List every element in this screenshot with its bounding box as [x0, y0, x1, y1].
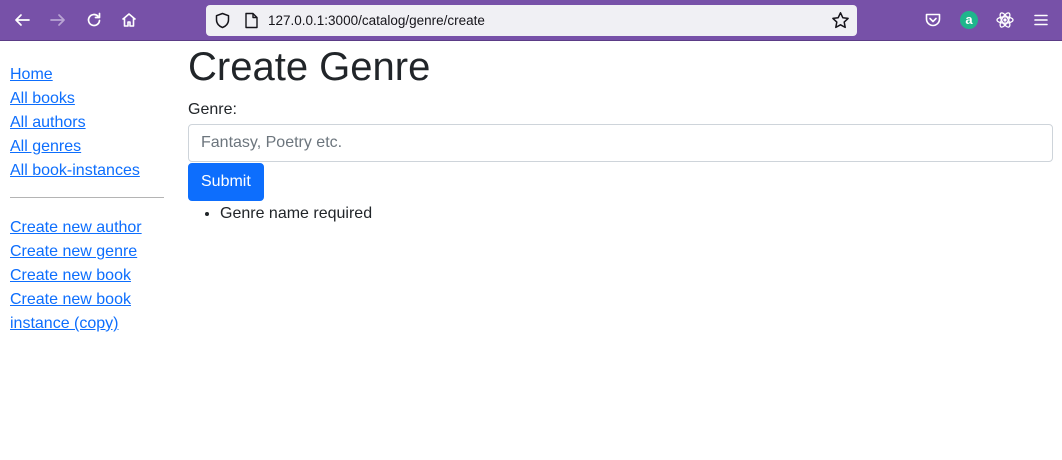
url-bar[interactable]: 127.0.0.1:3000/catalog/genre/create — [206, 5, 857, 36]
home-icon — [121, 13, 137, 27]
forward-arrow-icon — [50, 14, 65, 26]
sidebar-link-create-genre[interactable]: Create new genre — [10, 240, 164, 264]
sidebar-link-create-book-instance[interactable]: Create new book instance (copy) — [10, 288, 150, 336]
pocket-icon — [925, 13, 941, 27]
main-content: Create Genre Genre: Submit Genre name re… — [188, 41, 1053, 226]
error-list: Genre name required — [188, 202, 1053, 226]
star-icon[interactable] — [831, 11, 850, 30]
genre-field-label: Genre: — [188, 101, 237, 118]
back-arrow-icon — [15, 14, 30, 26]
browser-toolbar: 127.0.0.1:3000/catalog/genre/create a — [0, 0, 1062, 41]
sidebar-link-all-books[interactable]: All books — [10, 87, 164, 111]
submit-button[interactable]: Submit — [188, 163, 264, 201]
sidebar-link-all-genres[interactable]: All genres — [10, 135, 164, 159]
forward-button[interactable] — [43, 6, 73, 34]
sidebar-nav: Home All books All authors All genres Al… — [10, 63, 164, 336]
genre-form: Genre: Submit — [188, 98, 1053, 201]
page-title: Create Genre — [188, 45, 431, 89]
reload-icon — [87, 12, 101, 27]
sidebar-link-home[interactable]: Home — [10, 63, 164, 87]
genre-name-input[interactable] — [188, 124, 1053, 162]
app-menu-button[interactable] — [1026, 6, 1056, 34]
home-button[interactable] — [114, 6, 144, 34]
back-button[interactable] — [7, 6, 37, 34]
shield-icon[interactable] — [214, 12, 231, 29]
pocket-button[interactable] — [918, 6, 948, 34]
url-text[interactable]: 127.0.0.1:3000/catalog/genre/create — [268, 12, 485, 29]
sidebar-link-all-authors[interactable]: All authors — [10, 111, 164, 135]
react-devtools-button[interactable] — [990, 6, 1020, 34]
sidebar-link-create-book[interactable]: Create new book — [10, 264, 164, 288]
page-icon[interactable] — [244, 12, 259, 29]
hamburger-menu-icon — [1034, 14, 1048, 26]
sidebar-divider — [10, 197, 164, 198]
sidebar-link-create-author[interactable]: Create new author — [10, 216, 164, 240]
amazon-extension-icon[interactable]: a — [960, 11, 978, 29]
error-message: Genre name required — [220, 202, 1053, 226]
sidebar-link-all-book-instances[interactable]: All book-instances — [10, 159, 164, 183]
react-devtools-icon — [996, 12, 1014, 28]
reload-button[interactable] — [79, 6, 109, 34]
